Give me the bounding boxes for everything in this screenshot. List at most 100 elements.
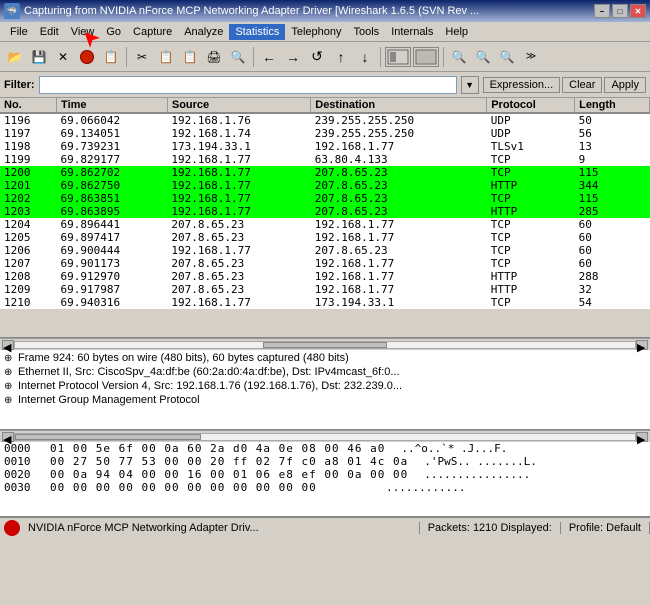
bytes-offset: 0000 [4, 442, 34, 455]
close-button[interactable]: ✕ [630, 4, 646, 18]
table-row[interactable]: 120969.917987207.8.65.23192.168.1.77HTTP… [0, 283, 650, 296]
table-row[interactable]: 119669.066042192.168.1.76239.255.255.250… [0, 113, 650, 127]
cell-1: 69.897417 [57, 231, 168, 244]
tb-open-button[interactable]: 📂 [4, 46, 26, 68]
table-row[interactable]: 119769.134051192.168.1.74239.255.255.250… [0, 127, 650, 140]
tb-more-button[interactable]: ≫ [520, 46, 542, 68]
tb-zoom-in-button[interactable]: 🔍 [448, 46, 470, 68]
menu-telephony[interactable]: Telephony [285, 24, 347, 40]
hscroll-track[interactable] [14, 341, 636, 349]
col-source[interactable]: Source [167, 98, 310, 113]
tb-reload-button[interactable]: 📋 [100, 46, 122, 68]
tb-up-button[interactable]: ↑ [330, 46, 352, 68]
tb-find-button[interactable]: 🔍 [227, 46, 249, 68]
tb-paste-button[interactable]: 📋 [179, 46, 201, 68]
tb-print-button[interactable]: 🖨 [203, 46, 225, 68]
packet-table-scroll[interactable]: No. Time Source Destination Protocol Len… [0, 98, 650, 337]
tb-copy-button[interactable]: 📋 [155, 46, 177, 68]
cell-1: 69.900444 [57, 244, 168, 257]
cell-3: 207.8.65.23 [311, 205, 487, 218]
table-row[interactable]: 121069.940316192.168.1.77173.194.33.1TCP… [0, 296, 650, 309]
filter-dropdown[interactable]: ▼ [461, 76, 479, 94]
hscroll-right-btn[interactable]: ▶ [636, 340, 648, 350]
clear-button[interactable]: Clear [562, 77, 602, 93]
tb-save-button[interactable]: 💾 [28, 46, 50, 68]
cell-5: 13 [575, 140, 650, 153]
tb-cut-button[interactable]: ✂ [131, 46, 153, 68]
cell-3: 192.168.1.77 [311, 283, 487, 296]
tb-go-button[interactable]: ↺ [306, 46, 328, 68]
cell-3: 239.255.255.250 [311, 127, 487, 140]
cell-2: 207.8.65.23 [167, 270, 310, 283]
cell-3: 207.8.65.23 [311, 166, 487, 179]
hscroll-left-btn[interactable]: ◀ [2, 340, 14, 350]
col-no[interactable]: No. [0, 98, 57, 113]
cell-5: 115 [575, 166, 650, 179]
status-bar: NVIDIA nForce MCP Networking Adapter Dri… [0, 517, 650, 537]
table-row[interactable]: 120269.863851192.168.1.77207.8.65.23TCP1… [0, 192, 650, 205]
cell-4: HTTP [487, 270, 575, 283]
table-row[interactable]: 119869.739231173.194.33.1192.168.1.77TLS… [0, 140, 650, 153]
maximize-button[interactable]: □ [612, 4, 628, 18]
expression-button[interactable]: Expression... [483, 77, 561, 93]
minimize-button[interactable]: − [594, 4, 610, 18]
table-row[interactable]: 120569.897417207.8.65.23192.168.1.77TCP6… [0, 231, 650, 244]
detail-text-4: Internet Group Management Protocol [18, 394, 200, 406]
detail-hscroll-thumb[interactable] [15, 434, 201, 440]
table-row[interactable]: 120669.900444192.168.1.77207.8.65.23TCP6… [0, 244, 650, 257]
filter-input[interactable] [39, 76, 457, 94]
cell-5: 285 [575, 205, 650, 218]
detail-hscrollbar[interactable]: ◀ ▶ [0, 430, 650, 442]
menu-statistics[interactable]: Statistics [229, 24, 285, 40]
packets-status: Packets: 1210 Displayed: [420, 522, 561, 534]
col-length[interactable]: Length [575, 98, 650, 113]
bytes-ascii: .'PwS.. .......L. [424, 455, 537, 468]
table-row[interactable]: 120069.862702192.168.1.77207.8.65.23TCP1… [0, 166, 650, 179]
hscroll-thumb[interactable] [263, 342, 387, 348]
menu-capture[interactable]: Capture [127, 24, 178, 40]
tb-zoom-box2[interactable] [413, 47, 439, 67]
menu-internals[interactable]: Internals [385, 24, 439, 40]
tb-zoom-box1[interactable] [385, 47, 411, 67]
expand-icon-3[interactable]: ⊕ [4, 381, 14, 392]
table-row[interactable]: 119969.829177192.168.1.7763.80.4.133TCP9 [0, 153, 650, 166]
tb-down-button[interactable]: ↓ [354, 46, 376, 68]
table-hscrollbar[interactable]: ◀ ▶ [0, 338, 650, 350]
table-row[interactable]: 120469.896441207.8.65.23192.168.1.77TCP6… [0, 218, 650, 231]
tb-zoom-out-button[interactable]: 🔍 [472, 46, 494, 68]
expand-icon-2[interactable]: ⊕ [4, 367, 14, 378]
cell-0: 1206 [0, 244, 57, 257]
menu-go[interactable]: Go [100, 24, 127, 40]
tb-zoom-reset-button[interactable]: 🔍 [496, 46, 518, 68]
col-time[interactable]: Time [57, 98, 168, 113]
apply-button[interactable]: Apply [604, 77, 646, 93]
cell-4: TLSv1 [487, 140, 575, 153]
bytes-ascii: ............ [386, 481, 465, 494]
tb-back-button[interactable]: ← [258, 46, 280, 68]
bytes-hex: 00 00 00 00 00 00 00 00 00 00 00 00 [50, 481, 370, 494]
table-row[interactable]: 120769.901173207.8.65.23192.168.1.77TCP6… [0, 257, 650, 270]
table-row[interactable]: 120169.862750192.168.1.77207.8.65.23HTTP… [0, 179, 650, 192]
menu-tools[interactable]: Tools [348, 24, 386, 40]
expand-icon-1[interactable]: ⊕ [4, 353, 14, 364]
tb-forward-button[interactable]: → [282, 46, 304, 68]
menu-edit[interactable]: Edit [34, 24, 65, 40]
table-row[interactable]: 120869.912970207.8.65.23192.168.1.77HTTP… [0, 270, 650, 283]
cell-5: 56 [575, 127, 650, 140]
tb-capture-button[interactable]: ➤ [76, 46, 98, 68]
cell-3: 173.194.33.1 [311, 296, 487, 309]
tb-close-button[interactable]: ✕ [52, 46, 74, 68]
detail-hscroll-track[interactable] [14, 433, 636, 441]
menu-help[interactable]: Help [439, 24, 474, 40]
menu-view[interactable]: View [65, 24, 101, 40]
detail-hscroll-left[interactable]: ◀ [2, 432, 14, 442]
col-protocol[interactable]: Protocol [487, 98, 575, 113]
table-row[interactable]: 120369.863895192.168.1.77207.8.65.23HTTP… [0, 205, 650, 218]
col-destination[interactable]: Destination [311, 98, 487, 113]
detail-hscroll-right[interactable]: ▶ [636, 432, 648, 442]
expand-icon-4[interactable]: ⊕ [4, 395, 14, 406]
menu-file[interactable]: File [4, 24, 34, 40]
menu-analyze[interactable]: Analyze [178, 24, 229, 40]
cell-1: 69.862750 [57, 179, 168, 192]
cell-2: 192.168.1.77 [167, 192, 310, 205]
